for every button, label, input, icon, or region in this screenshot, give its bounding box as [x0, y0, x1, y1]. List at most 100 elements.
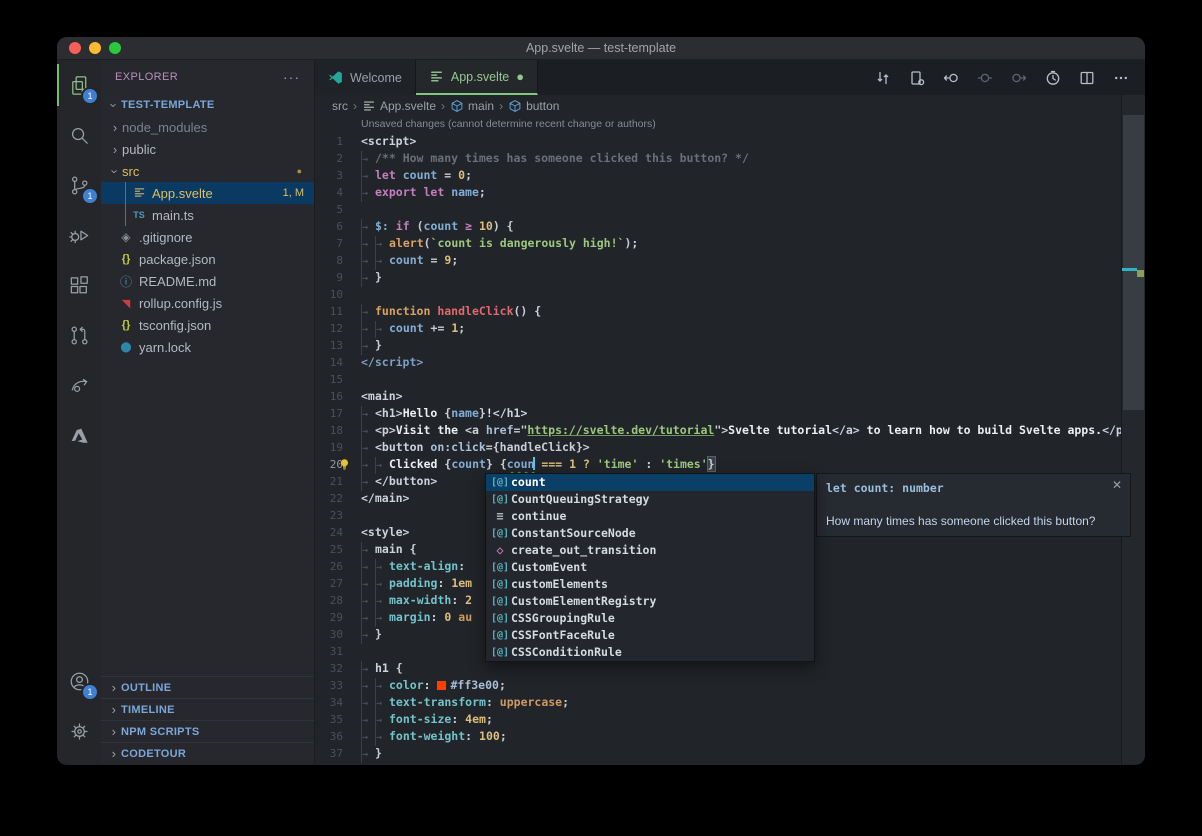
- breadcrumb-item-button[interactable]: button: [508, 99, 559, 113]
- minimize-window-button[interactable]: [89, 42, 101, 54]
- activity-item-accounts[interactable]: 1: [57, 656, 101, 706]
- code-line-19[interactable]: 19→<button on:click={handleClick}>: [315, 439, 1121, 456]
- code-line-1[interactable]: 1<script>: [315, 133, 1121, 150]
- more-actions-icon[interactable]: ···: [283, 69, 300, 85]
- gear-icon: [68, 720, 91, 743]
- suggest-item-customelementregistry[interactable]: [@]CustomElementRegistry: [486, 593, 814, 610]
- tree-file--gitignore[interactable]: ◈.gitignore: [101, 226, 314, 248]
- activity-item-extensions[interactable]: [57, 260, 101, 310]
- tab-app-svelte[interactable]: App.svelte●: [416, 60, 538, 95]
- line-number: 35: [315, 711, 361, 728]
- code-area[interactable]: Unsaved changes (cannot determine recent…: [315, 116, 1121, 764]
- activity-item-settings[interactable]: [57, 706, 101, 756]
- line-number: 32: [315, 660, 361, 677]
- suggest-item-cssgroupingrule[interactable]: [@]CSSGroupingRule: [486, 610, 814, 627]
- code-line-6[interactable]: 6→$: if (count ≥ 10) {: [315, 218, 1121, 235]
- activity-item-source-control[interactable]: 1: [57, 160, 101, 210]
- symbol-variable-icon: [@]: [489, 491, 511, 508]
- breadcrumb-item-app-svelte[interactable]: App.svelte: [362, 99, 436, 113]
- code-line-3[interactable]: 3→let count = 0;: [315, 167, 1121, 184]
- close-icon[interactable]: ✕: [1112, 478, 1122, 492]
- code-line-content: [361, 286, 1121, 303]
- code-line-8[interactable]: 8→→count = 9;: [315, 252, 1121, 269]
- code-line-32[interactable]: 32→h1 {: [315, 660, 1121, 677]
- open-changes-icon[interactable]: [904, 65, 929, 90]
- suggest-item-countqueuingstrategy[interactable]: [@]CountQueuingStrategy: [486, 491, 814, 508]
- code-line-17[interactable]: 17→<h1>Hello {name}!</h1>: [315, 405, 1121, 422]
- activity-bar-bottom: 1: [57, 656, 101, 764]
- tree-file-yarn-lock[interactable]: ⬤yarn.lock: [101, 336, 314, 358]
- sidebar-panel-timeline[interactable]: ›TIMELINE: [101, 698, 314, 720]
- activity-item-search[interactable]: [57, 110, 101, 160]
- whitespace-tab-icon: →: [361, 321, 375, 338]
- code-line-36[interactable]: 36→→font-weight: 100;: [315, 728, 1121, 745]
- tree-file-rollup-config-js[interactable]: ◥rollup.config.js: [101, 292, 314, 314]
- suggest-item-count[interactable]: [@]count: [486, 474, 814, 491]
- suggest-item-customevent[interactable]: [@]CustomEvent: [486, 559, 814, 576]
- close-window-button[interactable]: [69, 42, 81, 54]
- code-line-12[interactable]: 12→→count += 1;: [315, 320, 1121, 337]
- lightbulb-icon[interactable]: [338, 458, 351, 471]
- code-line-4[interactable]: 4→export let name;: [315, 184, 1121, 201]
- activity-item-github-pull-requests[interactable]: [57, 310, 101, 360]
- activity-item-run-debug[interactable]: [57, 210, 101, 260]
- split-editor-icon[interactable]: [1074, 65, 1099, 90]
- suggest-item-cssconditionrule[interactable]: [@]CSSConditionRule: [486, 644, 814, 661]
- scrollbar-thumb[interactable]: [1123, 115, 1144, 410]
- git-compare-icon[interactable]: [870, 65, 895, 90]
- tree-file-tsconfig-json[interactable]: {}tsconfig.json: [101, 314, 314, 336]
- start-codetour-icon[interactable]: [1040, 65, 1065, 90]
- suggest-label: CustomElementRegistry: [511, 593, 656, 610]
- code-line-20[interactable]: 20→→Clicked {count} {coun === 1 ? 'time'…: [315, 456, 1121, 473]
- code-line-16[interactable]: 16<main>: [315, 388, 1121, 405]
- tree-folder-public[interactable]: ›public: [101, 138, 314, 160]
- activity-item-azure[interactable]: [57, 410, 101, 460]
- code-line-34[interactable]: 34→→text-transform: uppercase;: [315, 694, 1121, 711]
- whitespace-tab-icon: →: [375, 253, 389, 270]
- code-line-content: →→alert(`count is dangerously high!`);: [361, 235, 1121, 252]
- tree-file-package-json[interactable]: {}package.json: [101, 248, 314, 270]
- code-line-7[interactable]: 7→→alert(`count is dangerously high!`);: [315, 235, 1121, 252]
- workspace-section-header[interactable]: › TEST-TEMPLATE: [101, 94, 314, 116]
- code-line-10[interactable]: 10: [315, 286, 1121, 303]
- code-line-content: <main>: [361, 388, 1121, 405]
- sidebar-panel-codetour[interactable]: ›CODETOUR: [101, 742, 314, 764]
- zoom-window-button[interactable]: [109, 42, 121, 54]
- tree-folder-node-modules[interactable]: ›node_modules: [101, 116, 314, 138]
- tab-welcome[interactable]: Welcome: [315, 60, 416, 95]
- code-line-15[interactable]: 15: [315, 371, 1121, 388]
- breadcrumb-item-main[interactable]: main: [450, 99, 494, 113]
- code-line-13[interactable]: 13→}: [315, 337, 1121, 354]
- sidebar-panel-npm-scripts[interactable]: ›NPM SCRIPTS: [101, 720, 314, 742]
- previous-change-icon[interactable]: [938, 65, 963, 90]
- suggest-item-create_out_transition[interactable]: ◇create_out_transition: [486, 542, 814, 559]
- symbol-variable-icon: [@]: [489, 576, 511, 593]
- activity-item-live-share[interactable]: [57, 360, 101, 410]
- suggest-item-constantsourcenode[interactable]: [@]ConstantSourceNode: [486, 525, 814, 542]
- activity-item-explorer[interactable]: 1: [57, 60, 101, 110]
- more-actions-icon[interactable]: [1108, 65, 1133, 90]
- whitespace-tab-icon: →: [375, 610, 389, 627]
- breadcrumb-item-src[interactable]: src: [332, 99, 348, 113]
- code-line-35[interactable]: 35→→font-size: 4em;: [315, 711, 1121, 728]
- tree-file-main-ts[interactable]: TSmain.ts: [101, 204, 314, 226]
- whitespace-tab-icon: →: [375, 593, 389, 610]
- tree-item-label: README.md: [139, 274, 216, 289]
- sidebar-panel-outline[interactable]: ›OUTLINE: [101, 676, 314, 698]
- code-line-33[interactable]: 33→→color: #ff3e00;: [315, 677, 1121, 694]
- code-line-9[interactable]: 9→}: [315, 269, 1121, 286]
- symbol-module-icon: ◇: [489, 542, 511, 559]
- code-line-37[interactable]: 37→}: [315, 745, 1121, 762]
- suggest-item-cssfontfacerule[interactable]: [@]CSSFontFaceRule: [486, 627, 814, 644]
- code-line-18[interactable]: 18→<p>Visit the <a href="https://svelte.…: [315, 422, 1121, 439]
- code-line-14[interactable]: 14</script>: [315, 354, 1121, 371]
- code-line-2[interactable]: 2→/** How many times has someone clicked…: [315, 150, 1121, 167]
- code-line-5[interactable]: 5: [315, 201, 1121, 218]
- tree-file-app-svelte[interactable]: App.svelte1, M: [101, 182, 314, 204]
- tree-file-readme-md[interactable]: ⓘREADME.md: [101, 270, 314, 292]
- code-line-11[interactable]: 11→function handleClick() {: [315, 303, 1121, 320]
- suggest-item-continue[interactable]: ≡continue: [486, 508, 814, 525]
- breadcrumb-label: App.svelte: [380, 99, 436, 113]
- suggest-item-customelements[interactable]: [@]customElements: [486, 576, 814, 593]
- tree-folder-src[interactable]: ›src●: [101, 160, 314, 182]
